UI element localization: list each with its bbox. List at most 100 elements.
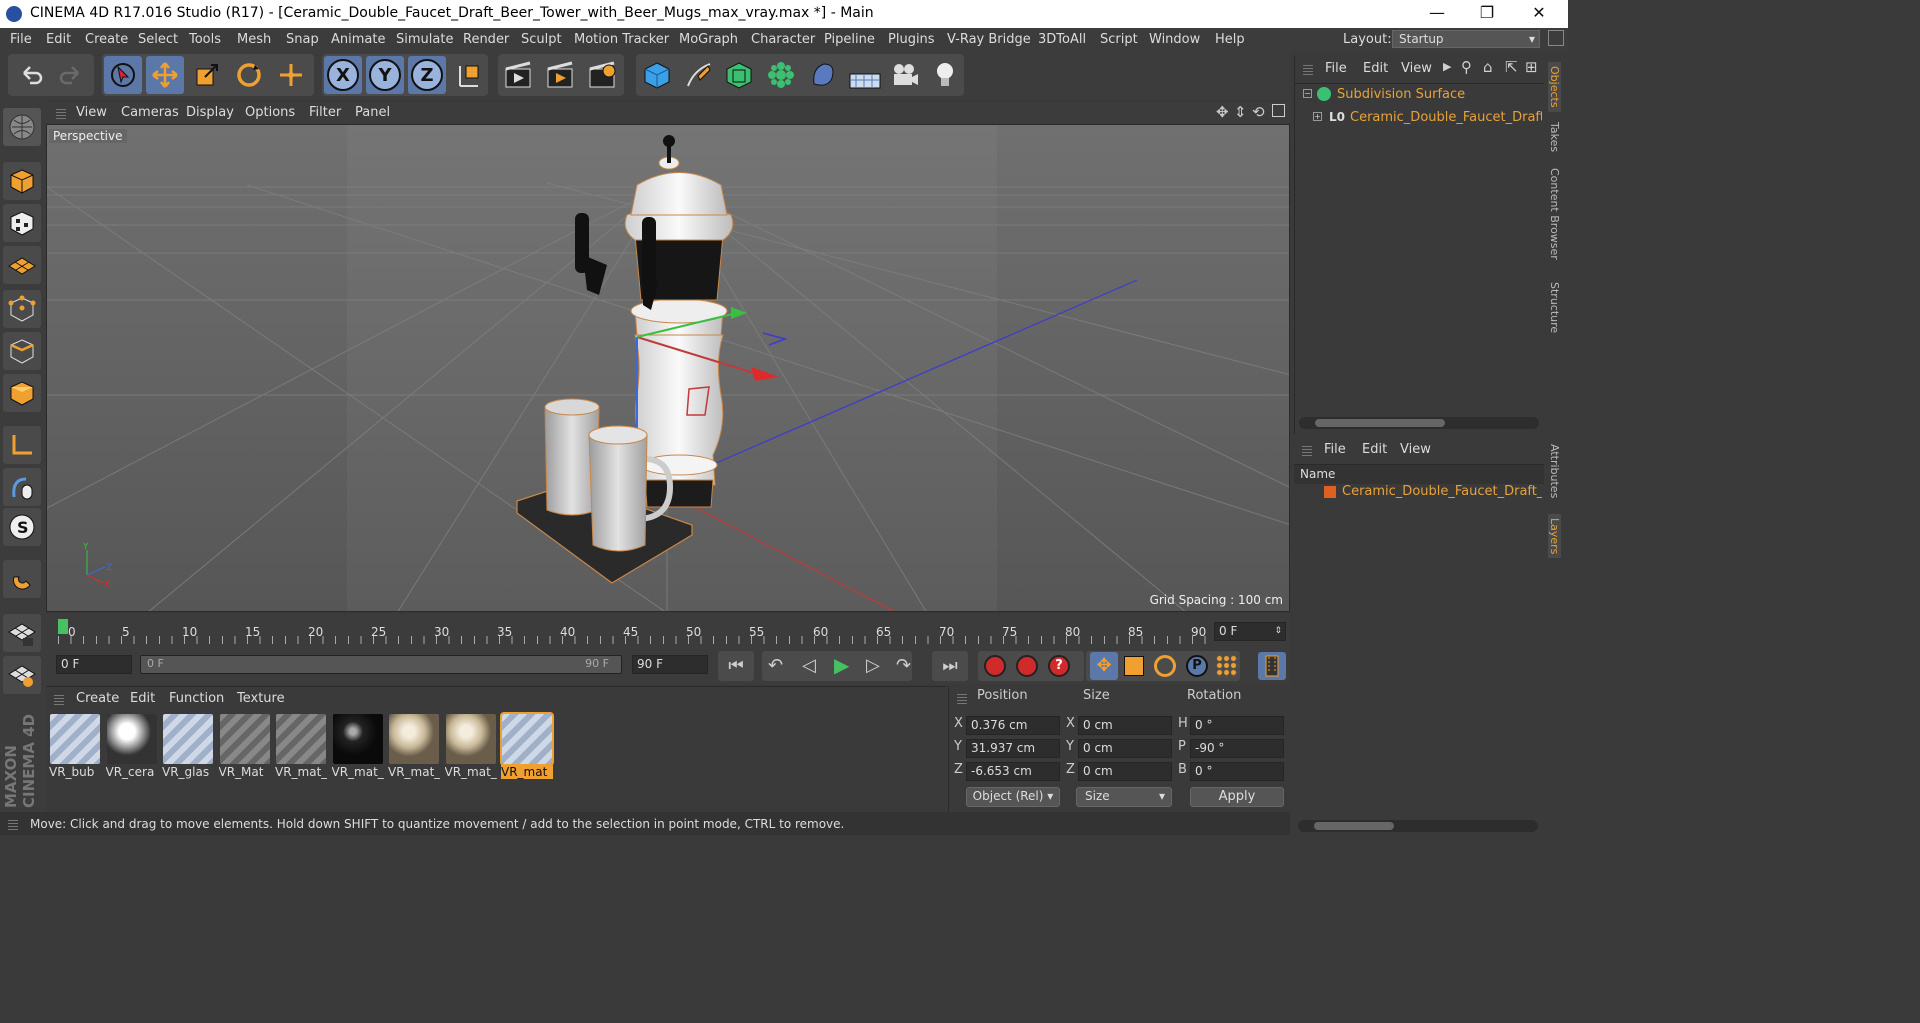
redo-icon[interactable]	[52, 56, 90, 94]
workplane-mode-icon[interactable]	[3, 246, 41, 284]
layer-menu-file[interactable]: File	[1324, 442, 1346, 457]
menu-render[interactable]: Render	[463, 32, 509, 47]
material-swatch[interactable]	[445, 714, 496, 764]
menu-motion-tracker[interactable]: Motion Tracker	[574, 32, 669, 47]
material-swatch[interactable]	[219, 714, 270, 764]
menu-character[interactable]: Character	[751, 32, 815, 47]
material-menu-texture[interactable]: Texture	[237, 691, 285, 706]
camera-icon[interactable]	[886, 56, 924, 94]
rotation-field[interactable]: 0 °	[1190, 762, 1284, 781]
material-label[interactable]: VR_mat_	[388, 765, 440, 779]
next-frame-icon[interactable]: ▷	[866, 655, 880, 676]
make-editable-icon[interactable]	[3, 108, 41, 146]
menu-mograph[interactable]: MoGraph	[679, 32, 738, 47]
polygon-mode-icon[interactable]	[3, 374, 41, 412]
size-field[interactable]: 0 cm	[1078, 762, 1172, 781]
material-swatch[interactable]	[389, 714, 439, 764]
playhead-marker[interactable]	[58, 619, 68, 634]
transform-tool-icon[interactable]	[272, 56, 310, 94]
material-menu-edit[interactable]: Edit	[130, 691, 155, 706]
object-menu-file[interactable]: File	[1325, 61, 1347, 76]
menu-pipeline[interactable]: Pipeline	[824, 32, 875, 47]
go-to-start-icon[interactable]: ⏮	[718, 651, 754, 681]
point-mode-icon[interactable]	[3, 290, 41, 328]
viewport-rotate-icon[interactable]: ⟲	[1252, 103, 1265, 121]
key-parameter-icon[interactable]: P	[1186, 655, 1208, 677]
material-swatch[interactable]	[332, 714, 383, 764]
previous-key-icon[interactable]: ↶	[768, 655, 783, 676]
layout-select[interactable]: Startup ▾	[1392, 30, 1540, 48]
menu-animate[interactable]: Animate	[331, 32, 385, 47]
timeline-window-icon[interactable]	[1258, 652, 1286, 680]
menu-tools[interactable]: Tools	[189, 32, 221, 47]
frame-range-slider[interactable]: 0 F 90 F	[140, 655, 622, 674]
floor-environment-icon[interactable]	[846, 56, 884, 94]
deformer-icon[interactable]	[804, 56, 842, 94]
end-frame-field[interactable]: 90 F	[632, 655, 708, 674]
current-frame-field[interactable]: 0 F ⇕	[1214, 622, 1286, 641]
viewport-menu-view[interactable]: View	[76, 105, 107, 120]
tab-layers[interactable]: Layers	[1548, 514, 1561, 559]
x-axis-lock-button[interactable]: X	[324, 56, 362, 94]
tab-attributes[interactable]: Attributes	[1548, 444, 1561, 498]
material-label[interactable]: VR_mat_	[445, 765, 497, 779]
menu-vray-bridge[interactable]: V-Ray Bridge	[947, 32, 1031, 47]
menu-edit[interactable]: Edit	[46, 32, 71, 47]
viewport-menu-display[interactable]: Display	[186, 105, 234, 120]
live-selection-icon[interactable]	[104, 56, 142, 94]
y-axis-lock-button[interactable]: Y	[366, 56, 404, 94]
position-field[interactable]: 31.937 cm	[966, 739, 1060, 758]
coordinate-system-icon[interactable]	[450, 56, 488, 94]
menu-3dtoall[interactable]: 3DToAll	[1038, 32, 1086, 47]
cloner-icon[interactable]	[762, 56, 800, 94]
axis-mode-icon[interactable]	[3, 426, 41, 464]
viewport-zoom-icon[interactable]: ⇕	[1234, 103, 1247, 121]
material-swatch[interactable]	[276, 714, 326, 764]
viewport-move-icon[interactable]: ✥	[1216, 103, 1229, 121]
material-label[interactable]: VR_Mat	[219, 765, 271, 779]
key-scale-icon[interactable]	[1124, 656, 1144, 676]
model-mode-icon[interactable]	[3, 162, 41, 200]
object-menu-edit[interactable]: Edit	[1363, 61, 1388, 76]
material-swatch[interactable]	[50, 714, 100, 764]
size-field[interactable]: 0 cm	[1078, 739, 1172, 758]
light-icon[interactable]	[926, 56, 964, 94]
layer-menu-view[interactable]: View	[1400, 442, 1431, 457]
size-mode-select[interactable]: Size ▾	[1076, 787, 1172, 807]
layer-menu-edit[interactable]: Edit	[1362, 442, 1387, 457]
minimize-button[interactable]: —	[1414, 0, 1460, 28]
layer-scrollbar[interactable]	[1298, 820, 1538, 832]
render-settings-icon[interactable]	[584, 56, 622, 94]
material-label[interactable]: VR_bub	[49, 765, 101, 779]
solo-mode-icon[interactable]: S	[3, 508, 41, 546]
home-icon[interactable]: ⌂	[1483, 58, 1493, 76]
material-label[interactable]: VR_glas	[162, 765, 214, 779]
undo-icon[interactable]	[12, 56, 50, 94]
expand-toggle[interactable]: +	[1313, 112, 1322, 121]
object-subdivision-surface[interactable]: Subdivision Surface	[1337, 87, 1465, 102]
next-key-icon[interactable]: ↷	[896, 655, 911, 676]
coordinate-mode-select[interactable]: Object (Rel) ▾	[966, 787, 1060, 807]
expand-toggle[interactable]: −	[1303, 89, 1312, 98]
menu-help[interactable]: Help	[1215, 32, 1245, 47]
render-picture-viewer-icon[interactable]	[542, 56, 580, 94]
material-label[interactable]: VR_mat	[501, 765, 553, 779]
record-keys-icon[interactable]	[984, 655, 1006, 677]
close-button[interactable]: ✕	[1516, 0, 1562, 28]
position-field[interactable]: -6.653 cm	[966, 762, 1060, 781]
panel-toggle-icon[interactable]	[1548, 30, 1564, 46]
play-icon[interactable]: ▶	[834, 653, 849, 677]
menu-file[interactable]: File	[10, 32, 32, 47]
collapse-icon[interactable]: ⇱	[1505, 58, 1518, 76]
menu-snap[interactable]: Snap	[286, 32, 319, 47]
go-to-end-icon[interactable]: ⏭	[932, 651, 968, 681]
menu-mesh[interactable]: Mesh	[237, 32, 271, 47]
scale-tool-icon[interactable]	[188, 56, 226, 94]
timeline-ruler[interactable]: 0 F ⇕	[46, 614, 1290, 650]
previous-frame-icon[interactable]: ◁	[802, 655, 816, 676]
menu-plugins[interactable]: Plugins	[888, 32, 935, 47]
material-label[interactable]: VR_cera	[106, 765, 158, 779]
texture-mode-icon[interactable]	[3, 204, 41, 242]
subdivision-surface-icon[interactable]	[720, 56, 758, 94]
start-frame-field[interactable]: 0 F	[56, 655, 132, 674]
